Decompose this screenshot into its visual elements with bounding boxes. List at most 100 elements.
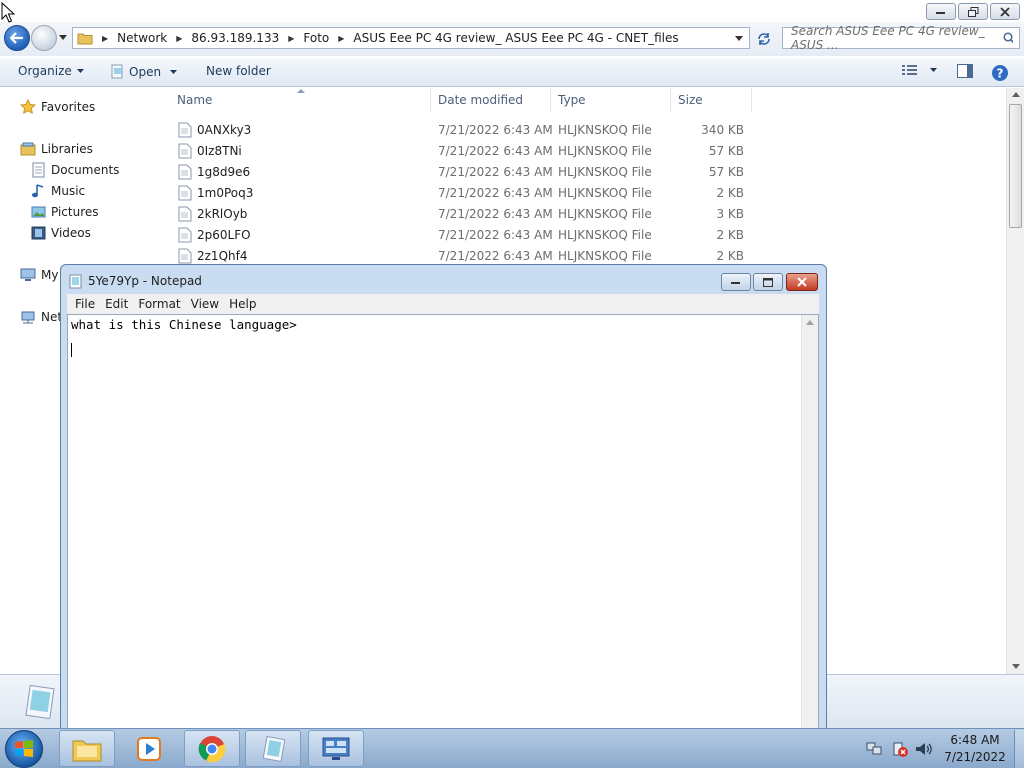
column-header-name[interactable]: Name	[171, 88, 431, 112]
column-header-size[interactable]: Size	[672, 88, 752, 112]
menu-edit[interactable]: Edit	[105, 297, 128, 311]
videos-icon	[31, 226, 46, 240]
file-size: 2 KB	[716, 227, 744, 242]
file-list-scrollbar[interactable]	[1006, 88, 1024, 674]
organize-label: Organize	[18, 64, 72, 78]
nav-documents-label: Documents	[51, 163, 120, 177]
file-date: 7/21/2022 6:43 AM	[438, 248, 553, 263]
breadcrumb-host[interactable]: 86.93.189.133	[191, 31, 279, 45]
network-status-icon[interactable]	[866, 741, 882, 756]
search-placeholder: Search ASUS Eee PC 4G review_ ASUS ...	[791, 24, 985, 52]
column-name-label: Name	[177, 93, 213, 107]
taskbar-notepad[interactable]	[245, 730, 301, 767]
new-folder-label: New folder	[206, 64, 271, 78]
nav-my-computer[interactable]: My	[20, 267, 58, 283]
close-button[interactable]	[990, 3, 1020, 20]
nav-documents[interactable]: Documents	[31, 162, 119, 178]
start-button[interactable]	[5, 730, 43, 768]
windows-logo-icon	[15, 740, 33, 757]
file-name-cell: 0ANXky3	[178, 122, 251, 138]
notepad-scrollbar[interactable]	[801, 315, 818, 731]
file-name: 0Iz8TNi	[197, 143, 242, 158]
file-row[interactable]: 2kRlOyb 7/21/2022 6:43 AM HLJKNSKOQ File…	[178, 203, 753, 224]
refresh-button[interactable]	[752, 29, 776, 48]
breadcrumb-separator-icon: ▶	[176, 33, 183, 43]
file-name: 0ANXky3	[197, 122, 252, 137]
file-row[interactable]: 0Iz8TNi 7/21/2022 6:43 AM HLJKNSKOQ File…	[178, 140, 753, 161]
help-button[interactable]: ?	[991, 64, 1009, 82]
file-row[interactable]: 2p60LFO 7/21/2022 6:43 AM HLJKNSKOQ File…	[178, 224, 753, 245]
scroll-thumb[interactable]	[1009, 104, 1022, 228]
file-name: 2p60LFO	[197, 227, 251, 242]
action-center-warning-icon[interactable]	[891, 741, 909, 757]
notepad-menu-bar: File Edit Format View Help	[67, 294, 819, 314]
help-icon: ?	[992, 65, 1008, 81]
notepad-title-bar[interactable]: 5Ye79Yp - Notepad	[69, 271, 202, 291]
address-bar[interactable]: ▶ Network ▶ 86.93.189.133 ▶ Foto ▶ ASUS …	[72, 27, 750, 49]
breadcrumb-network[interactable]: Network	[117, 31, 167, 45]
menu-format[interactable]: Format	[138, 297, 180, 311]
taskbar-chrome[interactable]	[184, 730, 240, 767]
change-view-button[interactable]	[902, 64, 937, 76]
notepad-icon	[69, 274, 82, 288]
file-size: 340 KB	[701, 122, 744, 137]
refresh-icon	[758, 32, 770, 45]
nav-network[interactable]: Net	[20, 309, 62, 325]
menu-view[interactable]: View	[191, 297, 219, 311]
back-button[interactable]	[4, 25, 30, 51]
maximize-icon	[763, 277, 773, 287]
nav-pictures[interactable]: Pictures	[31, 204, 99, 220]
file-date: 7/21/2022 6:43 AM	[438, 227, 553, 242]
file-row[interactable]: 1m0Poq3 7/21/2022 6:43 AM HLJKNSKOQ File…	[178, 182, 753, 203]
notepad-close-button[interactable]	[786, 273, 818, 291]
column-header-date-modified[interactable]: Date modified	[432, 88, 551, 112]
minimize-button[interactable]	[926, 3, 956, 20]
column-header-type[interactable]: Type	[552, 88, 671, 112]
notepad-minimize-button[interactable]	[721, 273, 751, 291]
mouse-cursor-icon	[1, 2, 15, 23]
explorer-icon	[72, 740, 102, 761]
view-list-icon	[902, 65, 917, 75]
open-button[interactable]: Open	[110, 64, 178, 79]
notepad-text-area[interactable]: what is this Chinese language>	[67, 314, 819, 732]
taskbar-media-player[interactable]	[121, 730, 177, 767]
file-icon	[178, 206, 192, 221]
organize-button[interactable]: Organize	[18, 64, 84, 78]
forward-button[interactable]	[31, 25, 57, 51]
file-row[interactable]: 1g8d9e6 7/21/2022 6:43 AM HLJKNSKOQ File…	[178, 161, 753, 182]
maximize-button[interactable]	[958, 3, 988, 20]
file-date: 7/21/2022 6:43 AM	[438, 143, 553, 158]
nav-videos[interactable]: Videos	[31, 225, 91, 241]
file-size: 2 KB	[716, 185, 744, 200]
notepad-window: 5Ye79Yp - Notepad File Edit Format View …	[60, 264, 827, 734]
new-folder-button[interactable]: New folder	[206, 64, 271, 78]
breadcrumb-current-folder[interactable]: ASUS Eee PC 4G review_ ASUS Eee PC 4G - …	[353, 31, 678, 45]
show-desktop-button[interactable]	[1014, 730, 1024, 768]
system-clock[interactable]: 6:48 AM 7/21/2022	[940, 732, 1010, 766]
notepad-maximize-button[interactable]	[753, 273, 783, 291]
file-row[interactable]: 0ANXky3 7/21/2022 6:43 AM HLJKNSKOQ File…	[178, 119, 753, 140]
nav-videos-label: Videos	[51, 226, 91, 240]
menu-file[interactable]: File	[75, 297, 95, 311]
menu-help[interactable]: Help	[229, 297, 256, 311]
nav-favorites[interactable]: Favorites	[20, 99, 95, 115]
clock-time: 6:48 AM	[950, 733, 1000, 747]
file-date: 7/21/2022 6:43 AM	[438, 206, 553, 221]
nav-music[interactable]: Music	[31, 183, 85, 199]
file-name: 1m0Poq3	[197, 185, 254, 200]
column-size-label: Size	[678, 93, 703, 107]
address-dropdown[interactable]	[735, 35, 743, 41]
nav-libraries[interactable]: Libraries	[20, 141, 93, 157]
taskbar-control-panel[interactable]	[308, 730, 364, 767]
file-row[interactable]: 2z1Qhf4 7/21/2022 6:43 AM HLJKNSKOQ File…	[178, 245, 753, 266]
notepad-title: 5Ye79Yp - Notepad	[88, 274, 202, 288]
search-input[interactable]: Search ASUS Eee PC 4G review_ ASUS ...	[782, 24, 1020, 52]
star-icon	[20, 99, 36, 115]
minimize-icon	[731, 282, 740, 284]
file-name: 2kRlOyb	[197, 206, 248, 221]
volume-icon[interactable]	[914, 741, 932, 757]
preview-pane-button[interactable]	[957, 64, 973, 78]
breadcrumb-foto[interactable]: Foto	[303, 31, 329, 45]
taskbar-explorer[interactable]	[59, 730, 115, 767]
recent-pages-dropdown[interactable]	[59, 35, 67, 40]
